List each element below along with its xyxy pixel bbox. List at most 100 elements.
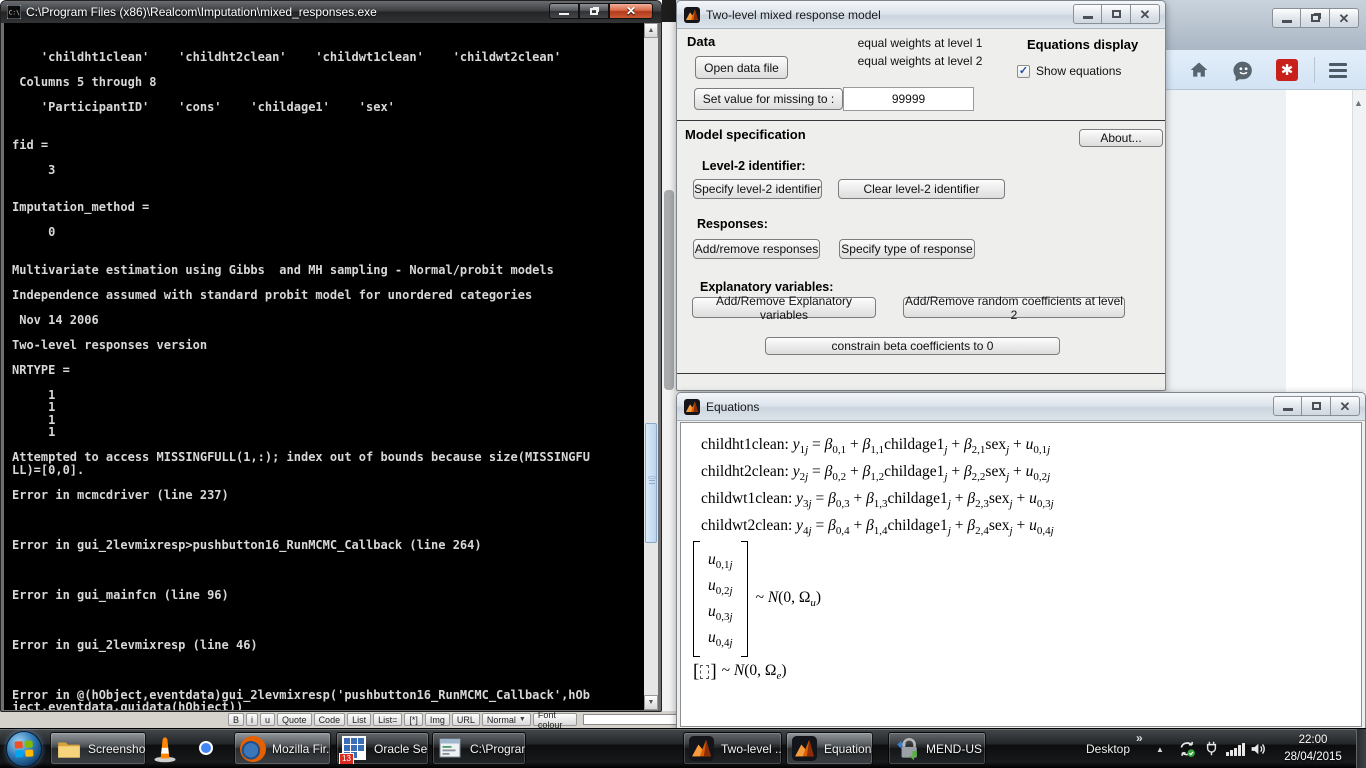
checkbox-icon[interactable]: ✓ (1017, 65, 1030, 78)
editor-code-button[interactable]: Code (314, 713, 346, 726)
specify-type-button[interactable]: Specify type of response (839, 239, 975, 259)
scroll-down-icon[interactable]: ▼ (644, 695, 658, 710)
model-minimize-button[interactable] (1073, 4, 1102, 24)
editor-quote-button[interactable]: Quote (277, 713, 312, 726)
lock-icon (894, 736, 920, 762)
equation-list: childht1clean: y1j = β0,1 + β1,1childage… (701, 431, 1054, 539)
home-icon[interactable] (1188, 59, 1210, 81)
specify-level2-button[interactable]: Specify level-2 identifier (693, 179, 822, 199)
console-restore-button[interactable] (579, 3, 609, 19)
editor-img-button[interactable]: Img (425, 713, 450, 726)
model-spec-heading: Model specification (685, 127, 806, 142)
matlab-icon (684, 399, 700, 415)
background-scroll-thumb[interactable] (664, 190, 674, 390)
taskbar-item-oracle[interactable]: 13 Oracle Sec... (336, 732, 429, 765)
editor-font-colour-button[interactable]: Font colour (533, 713, 577, 726)
console-close-button[interactable]: ✕ (609, 3, 653, 19)
editor-style-dropdown[interactable]: Normal▼ (482, 713, 531, 726)
browser-scrollbar[interactable] (1352, 90, 1366, 392)
show-equations-checkbox-row: ✓ Show equations (1017, 64, 1121, 78)
u-term: u0,4j (708, 625, 733, 651)
chat-smiley-icon[interactable] (1232, 59, 1254, 81)
section-divider-bottom (677, 373, 1165, 374)
open-data-file-button[interactable]: Open data file (695, 56, 788, 79)
editor-list-button[interactable]: List (347, 713, 371, 726)
plug-tray-icon[interactable] (1203, 740, 1221, 758)
console-minimize-button[interactable] (549, 3, 579, 19)
equation: childht1clean: y1j = β0,1 + β1,1childage… (701, 431, 1054, 458)
equations-minimize-button[interactable] (1273, 396, 1302, 416)
add-remove-responses-button[interactable]: Add/remove responses (693, 239, 820, 259)
editor-bold-button[interactable]: B (228, 713, 244, 726)
scroll-up-icon[interactable]: ▲ (644, 23, 658, 38)
background-scrollbar-strip (662, 0, 676, 712)
console-scroll-thumb[interactable] (645, 423, 657, 543)
about-button[interactable]: About... (1079, 129, 1163, 147)
browser-close-button[interactable]: ✕ (1330, 8, 1359, 28)
editor-ordered-list-button[interactable]: List= (373, 713, 402, 726)
console-window: C:\ C:\Program Files (x86)\Realcom\Imput… (0, 0, 662, 712)
desktop-toolbar[interactable]: Desktop (1086, 742, 1130, 756)
taskbar-item-mend-us[interactable]: MEND-US -... (888, 732, 986, 765)
editor-underline-button[interactable]: u (260, 713, 275, 726)
add-explanatory-button[interactable]: Add/Remove Explanatory variables (692, 297, 876, 318)
model-maximize-button[interactable] (1102, 4, 1131, 24)
show-desktop-button[interactable] (1356, 729, 1366, 768)
taskbar-item-two-level[interactable]: Two-level ... (683, 732, 782, 765)
sync-tray-icon[interactable] (1178, 740, 1196, 758)
editor-italic-button[interactable]: i (246, 713, 258, 726)
taskbar-item-chrome[interactable] (193, 735, 221, 763)
taskbar-item-screenshots[interactable]: Screenshots (50, 732, 146, 765)
volume-icon[interactable] (1249, 740, 1267, 758)
network-signal-icon[interactable] (1226, 743, 1245, 756)
browser-minimize-button[interactable] (1272, 8, 1301, 28)
editor-url-button[interactable]: URL (452, 713, 480, 726)
clock-time: 22:00 (1272, 732, 1354, 749)
oracle-grid-icon: 13 (342, 736, 368, 762)
clear-level2-button[interactable]: Clear level-2 identifier (838, 179, 1005, 199)
section-divider (677, 120, 1165, 121)
equations-window-title: Equations (706, 400, 759, 414)
add-random-coeff-button[interactable]: Add/Remove random coefficients at level … (903, 297, 1125, 318)
toolbar-overflow-chevron[interactable]: » (1136, 731, 1143, 745)
set-missing-value-button[interactable]: Set value for missing to : (694, 88, 843, 110)
clock-date: 28/04/2015 (1272, 749, 1354, 766)
model-window-title: Two-level mixed response model (706, 8, 881, 22)
u-term: u0,2j (708, 573, 733, 599)
equation: childwt2clean: y4j = β0,4 + β1,4childage… (701, 512, 1054, 539)
menu-icon[interactable] (1329, 63, 1347, 78)
e-distribution: ~ N(0, Ωe) (722, 662, 787, 682)
editor-list-item-button[interactable]: [*] (404, 713, 423, 726)
taskbar-item-firefox[interactable]: Mozilla Fir... (234, 732, 331, 765)
console-scrollbar[interactable]: ▲ ▼ (644, 23, 658, 710)
lastpass-icon[interactable]: ✱ (1276, 59, 1298, 81)
matlab-icon (792, 736, 818, 762)
model-close-button[interactable]: ✕ (1131, 4, 1160, 24)
taskbar-clock[interactable]: 22:00 28/04/2015 (1272, 732, 1354, 766)
console-window-controls: ✕ (549, 3, 653, 19)
chevron-down-icon: ▼ (519, 716, 526, 723)
windows-logo-icon (13, 738, 34, 759)
matlab-icon (684, 7, 700, 23)
taskbar-item-vlc[interactable] (151, 735, 179, 763)
browser-scroll-up-icon[interactable]: ▲ (1354, 98, 1363, 108)
residual-distribution-line: [] ~ N(0, Ωe) (693, 661, 787, 683)
vlc-icon (151, 735, 179, 763)
equations-close-button[interactable]: ✕ (1331, 396, 1360, 416)
taskbar: Screenshots Mozilla Fir... 13 Oracle Sec… (0, 728, 1366, 768)
constrain-beta-button[interactable]: constrain beta coefficients to 0 (765, 337, 1060, 355)
taskbar-item-console[interactable]: C:\Program... (432, 732, 526, 765)
show-equations-label: Show equations (1036, 64, 1121, 78)
missing-value-field[interactable]: 99999 (843, 87, 974, 111)
console-icon: C:\ (7, 5, 21, 19)
start-button[interactable] (6, 731, 42, 767)
equations-window-controls: ✕ (1273, 396, 1360, 416)
browser-restore-button[interactable] (1301, 8, 1330, 28)
desktop-screen: ✕ ✱ ▲ B i u Quote Code List List= [*] Im… (0, 0, 1366, 768)
hidden-icons-arrow[interactable]: ▲ (1156, 745, 1164, 754)
editor-text-input[interactable] (583, 714, 683, 725)
equations-maximize-button[interactable] (1302, 396, 1331, 416)
taskbar-item-equations[interactable]: Equations (786, 732, 873, 765)
toolbar-separator (1314, 57, 1315, 83)
explanatory-label: Explanatory variables: (700, 280, 833, 294)
